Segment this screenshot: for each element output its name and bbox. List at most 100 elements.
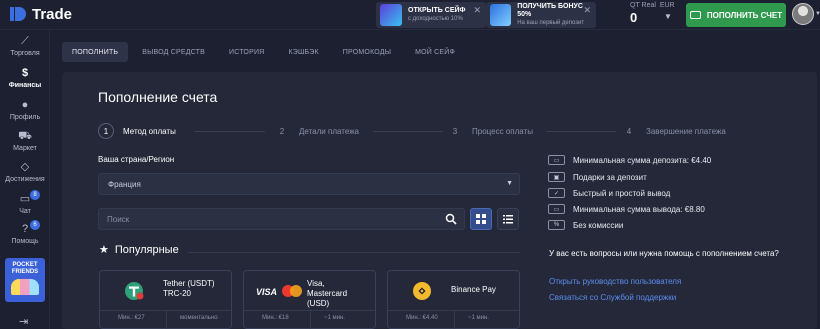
search-placeholder: Поиск: [107, 214, 130, 224]
popular-title: Популярные: [114, 243, 179, 256]
tab-history[interactable]: ИСТОРИЯ: [219, 42, 274, 62]
feature-item: ▭ Минимальная сумма вывода: €8.80: [548, 203, 705, 215]
cart-icon: ⛟: [18, 130, 32, 142]
wallet-icon: [689, 11, 701, 19]
promo-bonus-subtitle: На ваш первый депозит: [517, 20, 585, 26]
logout-icon[interactable]: ⇥: [19, 315, 28, 328]
sidebar-item-achievements[interactable]: ◇ Достижения: [0, 161, 50, 191]
step-3: 3 Процесс оплаты: [452, 126, 533, 136]
method-min: Мин.: €4.40: [406, 315, 438, 321]
tab-promocodes[interactable]: ПРОМОКОДЫ: [333, 42, 401, 62]
chevron-down-icon: ▼: [664, 12, 672, 21]
binance-icon: [413, 282, 431, 300]
safe-gift-icon: [380, 4, 402, 26]
close-icon[interactable]: ✕: [473, 5, 481, 16]
tether-icon: [125, 282, 144, 300]
popular-header: ★ Популярные: [99, 243, 179, 257]
method-currency: (USD): [307, 299, 330, 308]
method-time: ~1 мин.: [468, 315, 489, 321]
sidebar-item-profile[interactable]: ● Профиль: [0, 99, 50, 129]
user-guide-link[interactable]: Открыть руководство пользователя: [549, 277, 681, 286]
user-icon: ●: [21, 99, 29, 111]
sidebar-item-market[interactable]: ⛟ Маркет: [0, 130, 50, 160]
grid-view-button[interactable]: [470, 208, 492, 230]
sidebar: ⟋ Торговля $ Финансы ● Профиль ⛟ Маркет …: [0, 30, 50, 329]
chevron-down-icon: ▼: [506, 180, 513, 187]
feature-item: ▣ Подарки за депозит: [548, 171, 647, 183]
promo-safe-title: ОТКРЫТЬ СЕЙФ: [408, 7, 466, 14]
avatar[interactable]: [792, 3, 814, 25]
feature-item: ▭ Минимальная сумма депозита: €4.40: [548, 154, 711, 166]
sidebar-item-chat[interactable]: ▭ Чат 8: [0, 190, 50, 223]
logo[interactable]: Trade: [8, 4, 72, 24]
bonus-gift-icon: [490, 4, 512, 26]
country-select[interactable]: Франция ▼: [98, 173, 520, 195]
support-link[interactable]: Связаться со Службой поддержки: [549, 293, 676, 302]
country-label: Ваша страна/Регион: [98, 155, 175, 164]
payment-method-card[interactable]: VISA Visa, Mastercard (USD) Мин.: €18 ~1…: [243, 270, 376, 329]
tab-withdraw[interactable]: ВЫВОД СРЕДСТВ: [132, 42, 215, 62]
friends-illustration-icon: [11, 279, 39, 295]
method-name: Binance Pay: [451, 285, 496, 294]
logo-icon: [10, 7, 26, 21]
step-1: 1 Метод оплаты: [98, 123, 176, 139]
step-divider: [195, 131, 265, 132]
method-time: ~1 мин.: [324, 315, 345, 321]
star-icon: ★: [99, 244, 109, 256]
grid-icon: [476, 214, 486, 224]
tab-cashback[interactable]: КЭШБЭК: [278, 42, 328, 62]
step-divider: [373, 131, 443, 132]
account-selector[interactable]: QT Real EUR 0 ▼: [630, 2, 675, 25]
search-input[interactable]: Поиск: [98, 208, 465, 230]
deposit-button[interactable]: ПОПОЛНИТЬ СЧЕТ: [686, 3, 786, 27]
sidebar-item-help[interactable]: ? Помощь 6: [0, 220, 50, 253]
diamond-icon: ◇: [20, 161, 30, 173]
search-icon[interactable]: [445, 213, 457, 225]
page-title: Пополнение счета: [98, 89, 218, 105]
visa-icon: VISA: [256, 287, 278, 297]
chart-icon: ⟋: [21, 35, 29, 47]
payment-method-card[interactable]: Tether (USDT) TRC-20 Мин.: €27 моменталь…: [99, 270, 232, 329]
sidebar-item-trading[interactable]: ⟋ Торговля: [0, 35, 50, 65]
divider: [188, 252, 520, 253]
percent-icon: %: [548, 220, 565, 230]
chevron-down-icon[interactable]: ▼: [815, 11, 820, 17]
help-icon: ?: [21, 223, 29, 235]
mastercard-icon: [282, 285, 302, 297]
tab-my-safe[interactable]: МОЙ СЕЙФ: [405, 42, 465, 62]
method-name: Visa,: [307, 279, 325, 288]
step-4: 4 Завершение платежа: [626, 126, 726, 136]
app-name: Trade: [32, 5, 73, 23]
chat-badge: 8: [30, 190, 40, 200]
promo-safe-subtitle: с доходностью 10%: [408, 16, 463, 22]
dollar-icon: $: [21, 67, 29, 79]
finance-tabs: ПОПОЛНИТЬ ВЫВОД СРЕДСТВ ИСТОРИЯ КЭШБЭК П…: [62, 42, 465, 62]
list-icon: [503, 214, 513, 223]
deposit-button-label: ПОПОЛНИТЬ СЧЕТ: [706, 10, 783, 20]
method-time: моментально: [180, 315, 218, 321]
top-bar: Trade ОТКРЫТЬ СЕЙФ с доходностью 10% ✕ П…: [0, 0, 820, 30]
method-min: Мин.: €18: [262, 315, 289, 321]
pocket-friends-promo[interactable]: POCKET FRIENDS: [5, 258, 45, 302]
method-min: Мин.: €27: [118, 315, 145, 321]
method-name-line2: Mastercard: [307, 289, 348, 298]
close-icon[interactable]: ✕: [583, 5, 591, 16]
payment-method-card[interactable]: Binance Pay Мин.: €4.40 ~1 мин.: [387, 270, 520, 329]
list-view-button[interactable]: [497, 208, 519, 230]
step-divider: [546, 131, 616, 132]
check-icon: ✓: [548, 188, 565, 198]
method-name: Tether (USDT): [163, 279, 215, 288]
tab-deposit[interactable]: ПОПОЛНИТЬ: [62, 42, 129, 62]
feature-item: % Без комиссии: [548, 219, 623, 231]
sidebar-item-finance[interactable]: $ Финансы: [0, 67, 50, 97]
step-2: 2 Детали платежа: [279, 126, 359, 136]
help-badge: 6: [30, 220, 40, 230]
account-type: QT Real: [630, 2, 656, 9]
feature-item: ✓ Быстрый и простой вывод: [548, 187, 670, 199]
method-network: TRC-20: [163, 289, 192, 298]
help-question: У вас есть вопросы или нужна помощь с по…: [549, 249, 779, 258]
promo-safe[interactable]: ОТКРЫТЬ СЕЙФ с доходностью 10% ✕: [376, 2, 486, 28]
withdraw-icon: ▭: [548, 204, 565, 214]
wallet-icon: ▭: [548, 155, 565, 165]
promo-bonus[interactable]: ПОЛУЧИТЬ БОНУС 50% На ваш первый депозит…: [486, 2, 596, 28]
